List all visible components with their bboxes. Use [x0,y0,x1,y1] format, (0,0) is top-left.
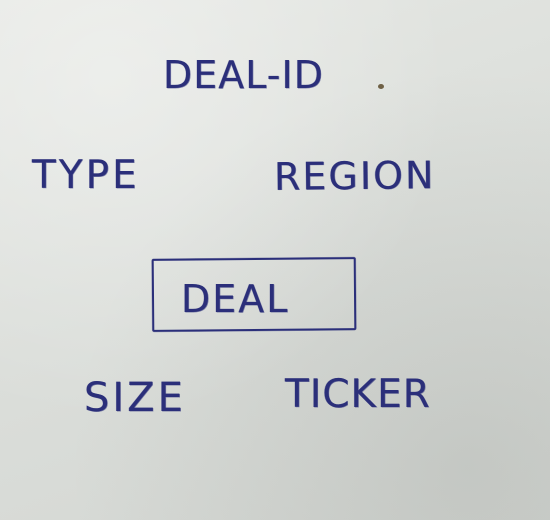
ticker-label: TICKER [285,372,431,417]
handwritten-paper-sheet: DEAL-ID TYPE REGION DEAL SIZE TICKER [0,0,550,520]
deal-id-label: DEAL-ID [163,53,324,97]
region-label: REGION [273,153,436,199]
ink-speck [378,84,384,89]
type-label: TYPE [32,153,140,198]
deal-label: DEAL [181,277,290,321]
size-label: SIZE [84,375,186,421]
